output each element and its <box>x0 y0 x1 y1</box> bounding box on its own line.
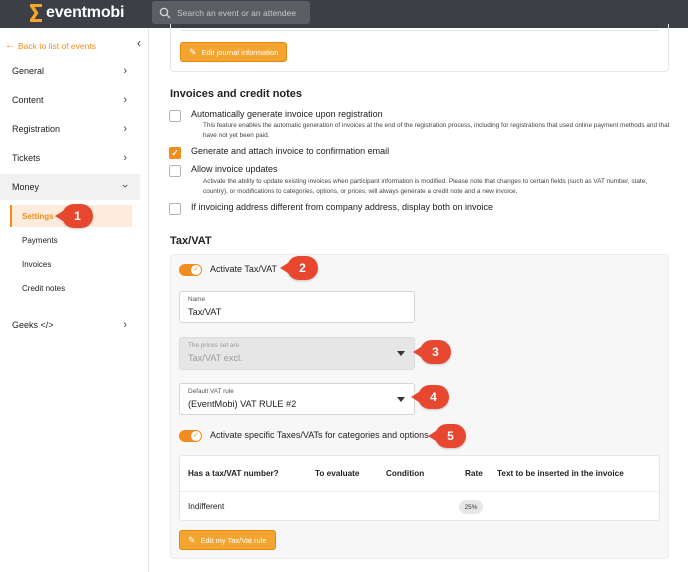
back-link-label: Back to list of events <box>18 40 96 51</box>
sidebar-subitem-label: Payments <box>22 235 58 245</box>
tax-vat-card: Activate Tax/VAT Name Tax/VAT The prices… <box>170 254 669 559</box>
field-value: (EventMobi) VAT RULE #2 <box>188 399 297 409</box>
annotation-badge-1: 1 <box>55 204 93 228</box>
rate-badge: 25% <box>459 500 483 514</box>
annotation-badge-2: 2 <box>280 256 318 280</box>
eventmobi-logo-icon <box>30 4 42 22</box>
activate-tax-toggle[interactable] <box>179 264 202 276</box>
main-content: ✎ Edit journal information Invoices and … <box>150 24 688 572</box>
activate-tax-label: Activate Tax/VAT <box>210 264 278 274</box>
edit-vat-rule-button[interactable]: ✎ Edit my Tax/Vat rule <box>179 530 276 550</box>
logo[interactable]: eventmobi <box>29 3 124 23</box>
sidebar-subitem-label: Credit notes <box>22 283 66 293</box>
divider <box>180 491 659 492</box>
edit-vat-rule-label: Edit my Tax/Vat rule <box>200 535 267 545</box>
option-description: This feature enables the automatic gener… <box>203 122 670 139</box>
sidebar-item-geeks[interactable]: Geeks </> › <box>0 312 140 338</box>
name-field[interactable]: Name Tax/VAT <box>179 291 415 323</box>
option-attach-invoice-email[interactable]: ✓ Generate and attach invoice to confirm… <box>169 146 389 159</box>
checkbox[interactable] <box>169 165 181 177</box>
search-input[interactable] <box>177 7 307 18</box>
checkbox-checked[interactable]: ✓ <box>169 147 181 159</box>
annotation-badge-3: 3 <box>413 340 451 364</box>
sidebar-item-label: Money <box>12 182 40 192</box>
chevron-right-icon: › <box>123 319 127 331</box>
table-header: Has a tax/VAT number? <box>188 469 279 478</box>
option-label: If invoicing address different from comp… <box>191 202 493 212</box>
sidebar-subitem-label: Invoices <box>22 259 52 269</box>
sidebar-subitem-payments[interactable]: Payments <box>10 229 132 251</box>
sidebar-item-content[interactable]: Content › <box>0 87 140 113</box>
invoices-section-title: Invoices and credit notes <box>170 88 303 100</box>
search-icon <box>159 7 171 18</box>
sidebar-item-label: Content <box>12 95 44 105</box>
sidebar-item-registration[interactable]: Registration › <box>0 116 140 142</box>
edit-journal-label: Edit journal information <box>201 47 279 57</box>
checkbox[interactable] <box>169 203 181 215</box>
annotation-badge-5: 5 <box>428 424 466 448</box>
option-description: Activate the ability to update existing … <box>203 178 648 195</box>
collapse-sidebar-icon[interactable]: ‹ <box>137 36 141 50</box>
field-value: Tax/VAT <box>188 307 222 317</box>
option-auto-generate-invoice[interactable]: Automatically generate invoice upon regi… <box>169 109 383 122</box>
pencil-icon: ✎ <box>188 534 196 545</box>
caret-down-icon <box>397 397 405 402</box>
table-header: Condition <box>386 469 425 478</box>
field-label: Name <box>188 296 206 303</box>
checkbox[interactable] <box>169 110 181 122</box>
chevron-right-icon: › <box>123 94 127 106</box>
sidebar-item-label: Tickets <box>12 153 41 163</box>
option-allow-invoice-updates[interactable]: Allow invoice updates <box>169 164 278 177</box>
prices-set-select: The prices set are Tax/VAT excl. <box>179 337 415 370</box>
tax-section-title: Tax/VAT <box>170 235 212 247</box>
divider <box>181 30 659 31</box>
annotation-badge-4: 4 <box>411 385 449 409</box>
back-to-events-link[interactable]: ← Back to list of events <box>5 40 96 51</box>
sidebar-subitem-invoices[interactable]: Invoices <box>10 253 132 275</box>
vat-rules-table: Has a tax/VAT number? To evaluate Condit… <box>179 455 660 521</box>
sidebar-item-label: Registration <box>12 124 61 134</box>
table-cell: Indifferent <box>188 502 225 511</box>
caret-down-icon <box>397 351 405 356</box>
field-label: The prices set are <box>188 342 240 349</box>
default-vat-rule-select[interactable]: Default VAT rule (EventMobi) VAT RULE #2 <box>179 383 415 415</box>
field-label: Default VAT rule <box>188 388 234 395</box>
field-value: Tax/VAT excl. <box>188 353 243 363</box>
journal-card: ✎ Edit journal information <box>170 24 669 72</box>
chevron-right-icon: › <box>123 65 127 77</box>
sidebar-item-tickets[interactable]: Tickets › <box>0 145 140 171</box>
arrow-left-icon: ← <box>5 40 15 51</box>
option-label: Allow invoice updates <box>191 164 278 174</box>
sidebar: ← Back to list of events ‹ General › Con… <box>0 28 149 572</box>
chevron-right-icon: › <box>123 123 127 135</box>
sidebar-subitem-label: Settings <box>22 211 54 221</box>
logo-text: eventmobi <box>46 4 125 21</box>
sidebar-item-general[interactable]: General › <box>0 58 140 84</box>
sidebar-item-label: General <box>12 66 45 76</box>
pencil-icon: ✎ <box>189 46 197 57</box>
search-box[interactable] <box>152 1 310 24</box>
option-label: Generate and attach invoice to confirmat… <box>191 146 390 156</box>
edit-journal-button[interactable]: ✎ Edit journal information <box>180 42 288 62</box>
table-header: To evaluate <box>315 469 360 478</box>
table-header: Text to be inserted in the invoice <box>497 469 624 478</box>
sidebar-item-money[interactable]: Money › <box>0 174 140 200</box>
sidebar-item-label: Geeks </> <box>12 320 54 330</box>
option-display-both-addresses[interactable]: If invoicing address different from comp… <box>169 202 493 215</box>
chevron-down-icon: › <box>119 184 132 188</box>
option-label: Automatically generate invoice upon regi… <box>191 109 383 119</box>
table-header: Rate <box>465 469 483 478</box>
sidebar-subitem-credit-notes[interactable]: Credit notes <box>10 277 132 299</box>
chevron-right-icon: › <box>123 152 127 164</box>
activate-specific-taxes-label: Activate specific Taxes/VATs for categor… <box>210 430 429 440</box>
activate-specific-taxes-toggle[interactable] <box>179 430 202 442</box>
